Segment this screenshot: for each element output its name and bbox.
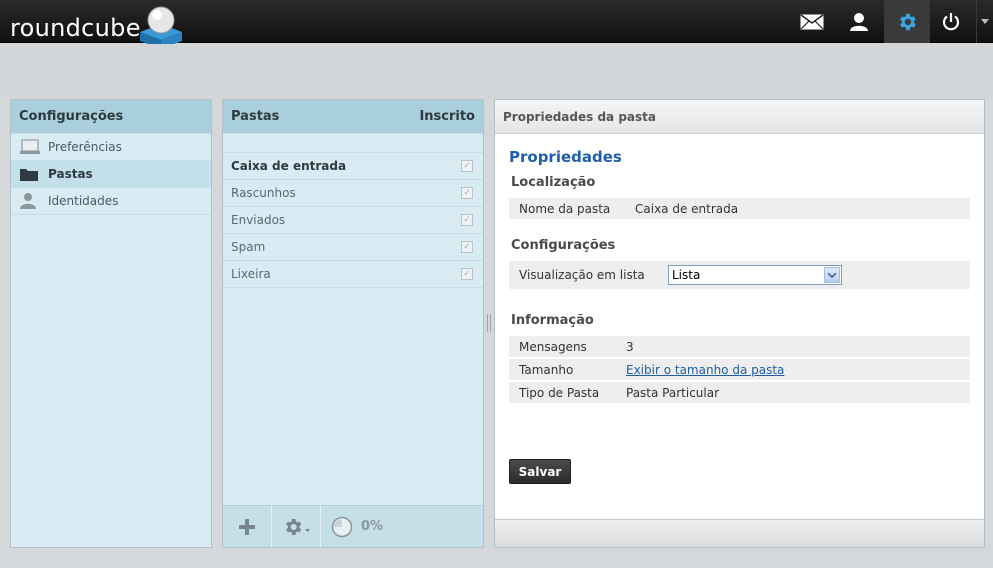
menu-dropdown-button[interactable] <box>976 0 993 43</box>
folder-label: Spam <box>231 240 266 254</box>
contacts-button[interactable] <box>836 0 882 43</box>
folder-actions-button[interactable] <box>272 505 321 548</box>
settings-item-label: Identidades <box>48 194 119 208</box>
settings-button[interactable] <box>884 0 930 43</box>
folder-label: Rascunhos <box>231 186 296 200</box>
folder-type-label: Tipo de Pasta <box>519 385 600 400</box>
properties-header: Propriedades da pasta <box>495 100 984 134</box>
settings-item-label: Preferências <box>48 140 122 154</box>
settings-title: Configurações <box>19 109 124 124</box>
settings-item-preferences[interactable]: Preferências <box>11 134 211 161</box>
folder-row-trash[interactable]: Lixeira ✓ <box>223 261 483 288</box>
messages-label: Mensagens <box>519 339 587 354</box>
settings-icon <box>900 13 916 30</box>
folder-label: Caixa de entrada <box>231 159 347 173</box>
info-section-title: Informação <box>511 313 594 328</box>
settings-item-identities[interactable]: Identidades <box>11 188 211 215</box>
settings-header: Configurações <box>11 100 211 134</box>
folder-row-inbox[interactable]: Caixa de entrada ✓ <box>223 153 483 180</box>
quota-pie-icon <box>331 516 353 537</box>
add-folder-button[interactable] <box>223 505 272 548</box>
power-icon <box>942 12 960 30</box>
subscribed-column-label: Inscrito <box>419 109 475 124</box>
folders-panel: Pastas Inscrito Caixa de entrada ✓ Rascu… <box>222 99 484 548</box>
computer-icon <box>19 138 41 156</box>
list-view-selected: Lista <box>672 268 701 282</box>
folder-row-sent[interactable]: Enviados ✓ <box>223 207 483 234</box>
settings-panel: Configurações Preferências Pastas Identi… <box>10 99 212 548</box>
settings-item-folders[interactable]: Pastas <box>11 161 211 188</box>
properties-title: Propriedades <box>509 148 622 166</box>
size-label: Tamanho <box>519 362 574 377</box>
properties-footer <box>495 519 984 547</box>
settings-item-label: Pastas <box>48 167 93 181</box>
toolbar-area <box>0 44 993 99</box>
mail-button[interactable] <box>789 0 835 43</box>
folder-name-label: Nome da pasta <box>519 201 611 216</box>
folder-properties-panel: Propriedades da pasta Propriedades Local… <box>494 99 985 548</box>
subscribed-checkbox[interactable]: ✓ <box>461 268 473 280</box>
folder-row-spam[interactable]: Spam ✓ <box>223 234 483 261</box>
folder-row-drafts[interactable]: Rascunhos ✓ <box>223 180 483 207</box>
folder-type-value: Pasta Particular <box>626 385 720 400</box>
list-view-row: Visualização em lista Lista <box>509 261 970 289</box>
logout-button[interactable] <box>928 0 974 43</box>
panel-splitter[interactable] <box>487 314 491 332</box>
list-view-select[interactable]: Lista <box>668 265 842 285</box>
folder-type-row: Tipo de Pasta Pasta Particular <box>509 382 970 403</box>
folder-label: Lixeira <box>231 267 271 281</box>
location-section-title: Localização <box>511 175 596 190</box>
show-folder-size-link[interactable]: Exibir o tamanho da pasta <box>626 363 784 377</box>
subscribed-checkbox[interactable]: ✓ <box>461 241 473 253</box>
folder-name-row: Nome da pasta Caixa de entrada <box>509 198 970 219</box>
chevron-down-icon <box>824 267 840 283</box>
subscribed-checkbox[interactable]: ✓ <box>461 160 473 172</box>
mail-icon <box>800 13 824 29</box>
folder-label: Enviados <box>231 213 286 227</box>
save-button[interactable]: Salvar <box>509 459 571 484</box>
folder-name-value: Caixa de entrada <box>635 201 739 216</box>
folder-icon <box>19 165 41 183</box>
folders-title: Pastas <box>231 109 280 124</box>
subscribed-checkbox[interactable]: ✓ <box>461 214 473 226</box>
person-icon <box>19 192 41 210</box>
folders-header: Pastas Inscrito <box>223 100 483 134</box>
top-bar: roundcube <box>0 0 993 49</box>
config-section-title: Configurações <box>511 238 616 253</box>
subscribed-checkbox[interactable]: ✓ <box>461 187 473 199</box>
plus-icon <box>239 518 255 535</box>
quota-indicator: 0% <box>331 516 383 538</box>
size-row: Tamanho Exibir o tamanho da pasta <box>509 359 970 380</box>
chevron-down-icon <box>981 19 989 24</box>
logo-text: roundcube <box>10 14 141 42</box>
messages-value: 3 <box>626 339 634 354</box>
contacts-icon <box>850 12 868 31</box>
messages-row: Mensagens 3 <box>509 336 970 357</box>
folders-footer: 0% <box>223 505 483 548</box>
list-view-label: Visualização em lista <box>519 268 645 282</box>
quota-text: 0% <box>361 519 384 534</box>
gear-icon <box>286 518 310 535</box>
folders-spacer <box>223 134 483 153</box>
